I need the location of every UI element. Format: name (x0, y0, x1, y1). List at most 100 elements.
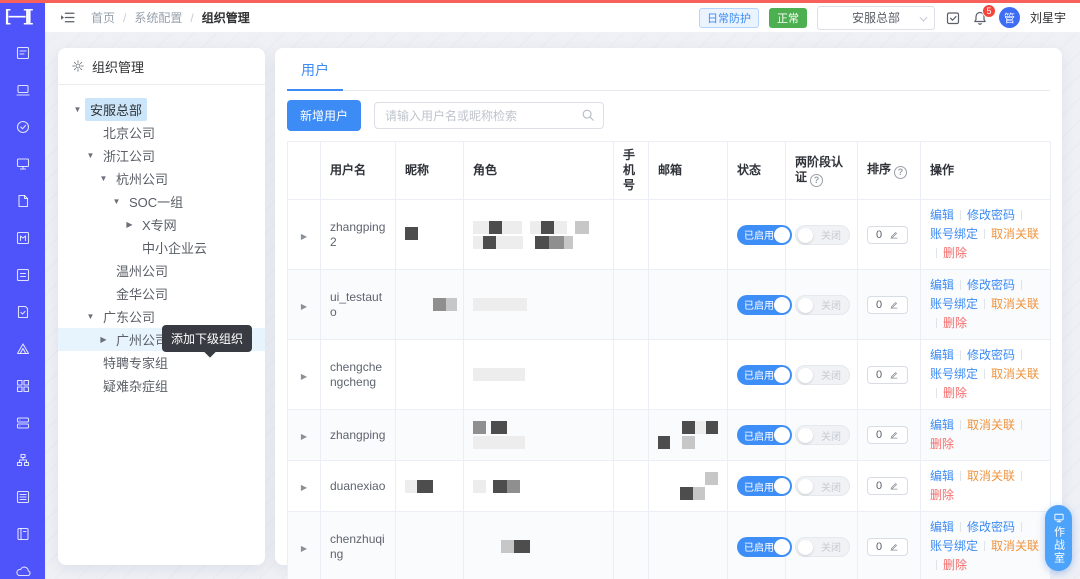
change-password-link[interactable]: 修改密码 (967, 278, 1015, 292)
book-icon[interactable] (0, 518, 45, 549)
tree-node[interactable]: 浙江公司 (58, 144, 265, 167)
row-expand-icon[interactable] (301, 483, 307, 492)
shield-check-icon[interactable] (0, 111, 45, 142)
tree-node[interactable]: 特聘专家组 (58, 351, 265, 374)
tree-node-label[interactable]: 浙江公司 (98, 144, 160, 167)
tree-node-label[interactable]: 杭州公司 (111, 167, 173, 190)
tree-node[interactable]: 安服总部 (58, 98, 265, 121)
change-password-link[interactable]: 修改密码 (967, 348, 1015, 362)
cloud-icon[interactable] (0, 555, 45, 579)
edit-link[interactable]: 编辑 (930, 418, 954, 432)
tree-node[interactable]: 温州公司 (58, 259, 265, 282)
help-icon[interactable] (894, 166, 908, 179)
org-select-dropdown[interactable]: 安服总部 (816, 5, 935, 30)
delete-link[interactable]: 删除 (930, 488, 954, 502)
edit-link[interactable]: 编辑 (930, 208, 954, 222)
row-expand-icon[interactable] (301, 544, 307, 553)
caret-down-icon[interactable] (109, 197, 124, 206)
bind-account-link[interactable]: 账号绑定 (930, 297, 978, 311)
help-icon[interactable] (810, 173, 824, 187)
notification-bell-icon[interactable]: 5 (972, 4, 996, 26)
change-password-link[interactable]: 修改密码 (967, 208, 1015, 222)
pyramid-icon[interactable] (0, 333, 45, 364)
tree-node[interactable]: 金华公司 (58, 282, 265, 305)
delete-link[interactable]: 删除 (943, 316, 967, 330)
war-room-button[interactable]: 作战室 (1045, 505, 1072, 571)
unlink-link[interactable]: 取消关联 (967, 418, 1015, 432)
search-input[interactable] (374, 102, 605, 129)
tree-node-label[interactable]: 安服总部 (85, 98, 148, 121)
delete-link[interactable]: 删除 (943, 246, 967, 260)
change-password-link[interactable]: 修改密码 (967, 520, 1015, 534)
delete-link[interactable]: 删除 (943, 558, 967, 572)
unlink-link[interactable]: 取消关联 (991, 367, 1039, 381)
row-expand-icon[interactable] (301, 302, 307, 311)
status-toggle[interactable]: 已启用 (737, 476, 792, 496)
sort-editor[interactable]: 0 (867, 225, 909, 244)
unlink-link[interactable]: 取消关联 (991, 297, 1039, 311)
edit-link[interactable]: 编辑 (930, 520, 954, 534)
status-toggle[interactable]: 已启用 (737, 294, 792, 315)
twofa-toggle[interactable]: 关闭 (795, 425, 850, 445)
defense-mode-tag[interactable]: 日常防护 (698, 7, 759, 28)
edit-link[interactable]: 编辑 (930, 348, 954, 362)
twofa-toggle[interactable]: 关闭 (795, 224, 850, 245)
collapse-menu-icon[interactable] (59, 9, 77, 27)
search-icon[interactable] (581, 108, 595, 127)
bind-account-link[interactable]: 账号绑定 (930, 227, 978, 241)
sort-editor[interactable]: 0 (867, 295, 909, 314)
tree-node[interactable]: 北京公司 (58, 121, 265, 144)
tab-users[interactable]: 用户 (287, 48, 343, 91)
breadcrumb-home[interactable]: 首页 (91, 9, 115, 26)
caret-down-icon[interactable] (70, 105, 85, 114)
tree-node[interactable]: 杭州公司 (58, 167, 265, 190)
form-icon[interactable] (0, 259, 45, 290)
sort-editor[interactable]: 0 (867, 477, 909, 495)
twofa-toggle[interactable]: 关闭 (795, 294, 850, 315)
row-expand-icon[interactable] (301, 372, 307, 381)
grid-icon[interactable] (0, 370, 45, 401)
tree-node-label[interactable]: X专网 (137, 213, 182, 236)
caret-down-icon[interactable] (83, 151, 98, 160)
tree-node[interactable]: SOC一组 (58, 190, 265, 213)
status-toggle[interactable]: 已启用 (737, 224, 792, 245)
row-expand-icon[interactable] (301, 232, 307, 241)
file-check-icon[interactable] (0, 296, 45, 327)
status-toggle[interactable]: 已启用 (737, 536, 792, 557)
status-toggle[interactable]: 已启用 (737, 425, 792, 445)
tree-node-label[interactable]: 金华公司 (111, 282, 173, 305)
sort-editor[interactable]: 0 (867, 537, 909, 556)
add-user-button[interactable]: 新增用户 (287, 100, 362, 131)
tree-node-label[interactable]: 温州公司 (111, 259, 173, 282)
caret-right-icon[interactable] (96, 335, 111, 344)
bind-account-link[interactable]: 账号绑定 (930, 539, 978, 553)
caret-down-icon[interactable] (83, 312, 98, 321)
sort-editor[interactable]: 0 (867, 365, 909, 384)
edit-link[interactable]: 编辑 (930, 469, 954, 483)
laptop-icon[interactable] (0, 74, 45, 105)
tree-node[interactable]: 中小企业云 (58, 236, 265, 259)
row-expand-icon[interactable] (301, 432, 307, 441)
delete-link[interactable]: 删除 (930, 437, 954, 451)
tree-node-label[interactable]: 广东公司 (98, 305, 160, 328)
tree-node-label[interactable]: 特聘专家组 (98, 351, 173, 374)
tree-node[interactable]: X专网 (58, 213, 265, 236)
status-toggle[interactable]: 已启用 (737, 364, 792, 385)
document-icon[interactable] (0, 185, 45, 216)
org-chart-icon[interactable] (0, 444, 45, 475)
unlink-link[interactable]: 取消关联 (967, 469, 1015, 483)
breadcrumb-config[interactable]: 系统配置 (134, 9, 182, 26)
flag-icon[interactable] (0, 222, 45, 253)
avatar[interactable]: 管 (998, 7, 1020, 28)
twofa-toggle[interactable]: 关闭 (795, 476, 850, 496)
sort-editor[interactable]: 0 (867, 426, 909, 444)
caret-down-icon[interactable] (96, 174, 111, 183)
tree-node-label[interactable]: 北京公司 (98, 121, 160, 144)
caret-right-icon[interactable] (122, 220, 137, 229)
tree-node-label[interactable]: 中小企业云 (137, 236, 212, 259)
delete-link[interactable]: 删除 (943, 386, 967, 400)
dashboard-icon[interactable] (0, 37, 45, 68)
twofa-toggle[interactable]: 关闭 (795, 364, 850, 385)
edit-link[interactable]: 编辑 (930, 278, 954, 292)
tree-node-label[interactable]: SOC一组 (124, 190, 188, 213)
